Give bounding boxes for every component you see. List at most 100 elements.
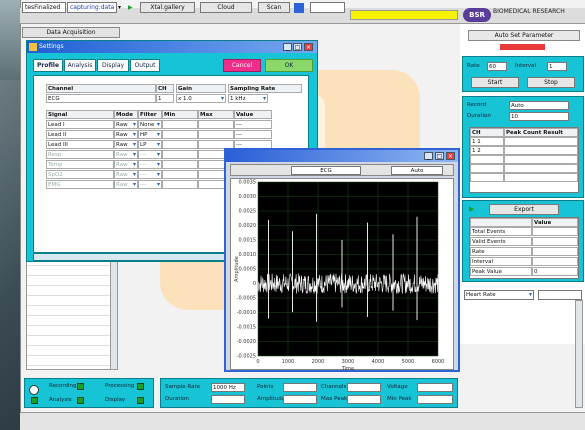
peak-table[interactable]: CH Peak Count Result 1 11 2 (469, 127, 579, 193)
toolbar-blank-field[interactable] (310, 2, 345, 13)
measure-field[interactable] (417, 383, 453, 392)
color-swatch-icon[interactable] (294, 3, 304, 13)
value-cell[interactable]: --- (234, 120, 272, 129)
plot-maximize-icon[interactable]: □ (435, 152, 444, 160)
ok-button[interactable]: OK (265, 59, 313, 72)
mode-select[interactable]: Raw (114, 160, 138, 169)
tab-profile[interactable]: Profile (33, 59, 63, 72)
y-tick-label: 0.0025 (239, 209, 257, 215)
signal-cell[interactable]: Lead I (46, 120, 114, 129)
signal-cell[interactable]: Temp (46, 160, 114, 169)
filter-select[interactable]: HP (138, 130, 162, 139)
mode-select[interactable]: Raw (114, 150, 138, 159)
gain-select[interactable]: x 1.0 (176, 94, 226, 103)
measure-field[interactable] (283, 395, 317, 404)
measure-field[interactable] (347, 395, 381, 404)
rate-field[interactable]: 60 (487, 62, 507, 71)
export-button[interactable]: Export (489, 204, 559, 215)
stop-button[interactable]: Stop (527, 77, 575, 88)
product-select[interactable]: capturing:data (67, 2, 117, 13)
max-cell[interactable] (198, 120, 234, 129)
minimize-icon[interactable]: _ (283, 43, 292, 51)
mode-select[interactable]: Raw (114, 140, 138, 149)
file-list-scrollbar[interactable] (110, 255, 118, 370)
measure-label: Points (257, 384, 274, 390)
select-button[interactable]: Cloud (200, 2, 252, 13)
channel-field[interactable]: ECG (46, 94, 156, 103)
rate-settings-box: Rate 60 Interval 1 Start Stop (462, 56, 584, 92)
tab-display[interactable]: Display (97, 59, 129, 72)
mode-select[interactable]: Raw (114, 130, 138, 139)
filter-select[interactable]: --- (138, 160, 162, 169)
auto-set-parameter-button[interactable]: Auto Set Parameter (468, 30, 580, 41)
filter-select[interactable]: LP (138, 140, 162, 149)
signal-cell[interactable]: Lead II (46, 130, 114, 139)
col-filter: Filter (138, 110, 162, 119)
heart-rate-select[interactable]: Heart Rate (464, 290, 534, 300)
duration-field[interactable]: 10 (509, 112, 569, 121)
x-tick-label: 2000 (312, 359, 325, 365)
filter-select[interactable]: --- (138, 170, 162, 179)
filter-select[interactable]: None (138, 120, 162, 129)
led-analysis (31, 397, 38, 404)
interval-field[interactable]: 1 (547, 62, 567, 71)
peak-row-ch: 1 1 (470, 137, 504, 146)
plot-minimize-icon[interactable]: _ (424, 152, 433, 160)
min-cell[interactable] (162, 130, 198, 139)
record-field[interactable]: Auto (509, 101, 569, 110)
min-cell[interactable] (162, 180, 198, 189)
x-tick-label: 3000 (342, 359, 355, 365)
max-cell[interactable] (198, 130, 234, 139)
measure-field[interactable] (283, 383, 317, 392)
sampling-rate-select[interactable]: 1 kHz (228, 94, 268, 103)
close-icon[interactable]: × (304, 43, 313, 51)
measure-field[interactable]: 1000 Hz (211, 383, 245, 392)
mode-select[interactable]: Raw (114, 120, 138, 129)
min-cell[interactable] (162, 150, 198, 159)
signal-cell[interactable]: Resp (46, 150, 114, 159)
value-cell[interactable]: --- (234, 130, 272, 139)
ecg-chart[interactable]: 0.0035 0.0030 0.0025 0.0020 0.0015 0.0010 0.00… (230, 178, 454, 371)
mode-button[interactable]: Xtal.gallery (140, 2, 195, 13)
dropdown-arrow-icon[interactable]: ▾ (118, 4, 125, 11)
measure-field[interactable] (211, 395, 245, 404)
cancel-button[interactable]: Cancel (223, 59, 261, 72)
signal-cell[interactable]: EMG (46, 180, 114, 189)
start-button[interactable]: Start (471, 77, 519, 88)
plot-scale-select[interactable]: Auto (391, 166, 443, 175)
tab-output[interactable]: Output (130, 59, 160, 72)
results-box: Export ▶ Value Total Events Valid Events R… (462, 200, 584, 282)
filter-select[interactable]: --- (138, 180, 162, 189)
mode-select[interactable]: Raw (114, 170, 138, 179)
peak-row-ch (470, 164, 504, 173)
right-scrollbar[interactable] (575, 300, 583, 408)
results-col-name (470, 218, 532, 227)
dialog-titlebar[interactable]: Settings (27, 41, 317, 53)
signal-cell[interactable]: SpO2 (46, 170, 114, 179)
y-tick-label: 0.0030 (239, 194, 257, 200)
plot-window: _ □ × ECG Auto 0.0035 0.0030 0.0025 0.0020 0… (224, 148, 460, 372)
plot-channel-select[interactable]: ECG (291, 166, 361, 175)
measure-field[interactable] (417, 395, 453, 404)
min-cell[interactable] (162, 120, 198, 129)
play-icon[interactable]: ▶ (469, 205, 474, 213)
min-cell[interactable] (162, 170, 198, 179)
measure-field[interactable] (347, 383, 381, 392)
mode-select[interactable]: Raw (114, 180, 138, 189)
min-cell[interactable] (162, 140, 198, 149)
ch-stepper[interactable]: 1 (156, 94, 174, 103)
min-cell[interactable] (162, 160, 198, 169)
plot-close-icon[interactable]: × (446, 152, 455, 160)
file-list[interactable] (26, 255, 118, 370)
play-icon[interactable]: ▶ (128, 4, 136, 11)
tab-data-acquisition[interactable]: Data Acquisition (22, 27, 120, 38)
maximize-icon[interactable]: □ (293, 43, 302, 51)
filter-select[interactable]: --- (138, 150, 162, 159)
tab-analysis[interactable]: Analysis (64, 59, 96, 72)
account-field[interactable]: tesFinalized (22, 2, 66, 13)
scan-button[interactable]: Scan (258, 2, 290, 13)
signal-cell[interactable]: Lead III (46, 140, 114, 149)
measure-label: Min Peak (387, 396, 412, 402)
measurement-panel: Sample Rate 1000 Hz Points Channels Voltage D… (160, 378, 458, 408)
col-max: Max (198, 110, 234, 119)
